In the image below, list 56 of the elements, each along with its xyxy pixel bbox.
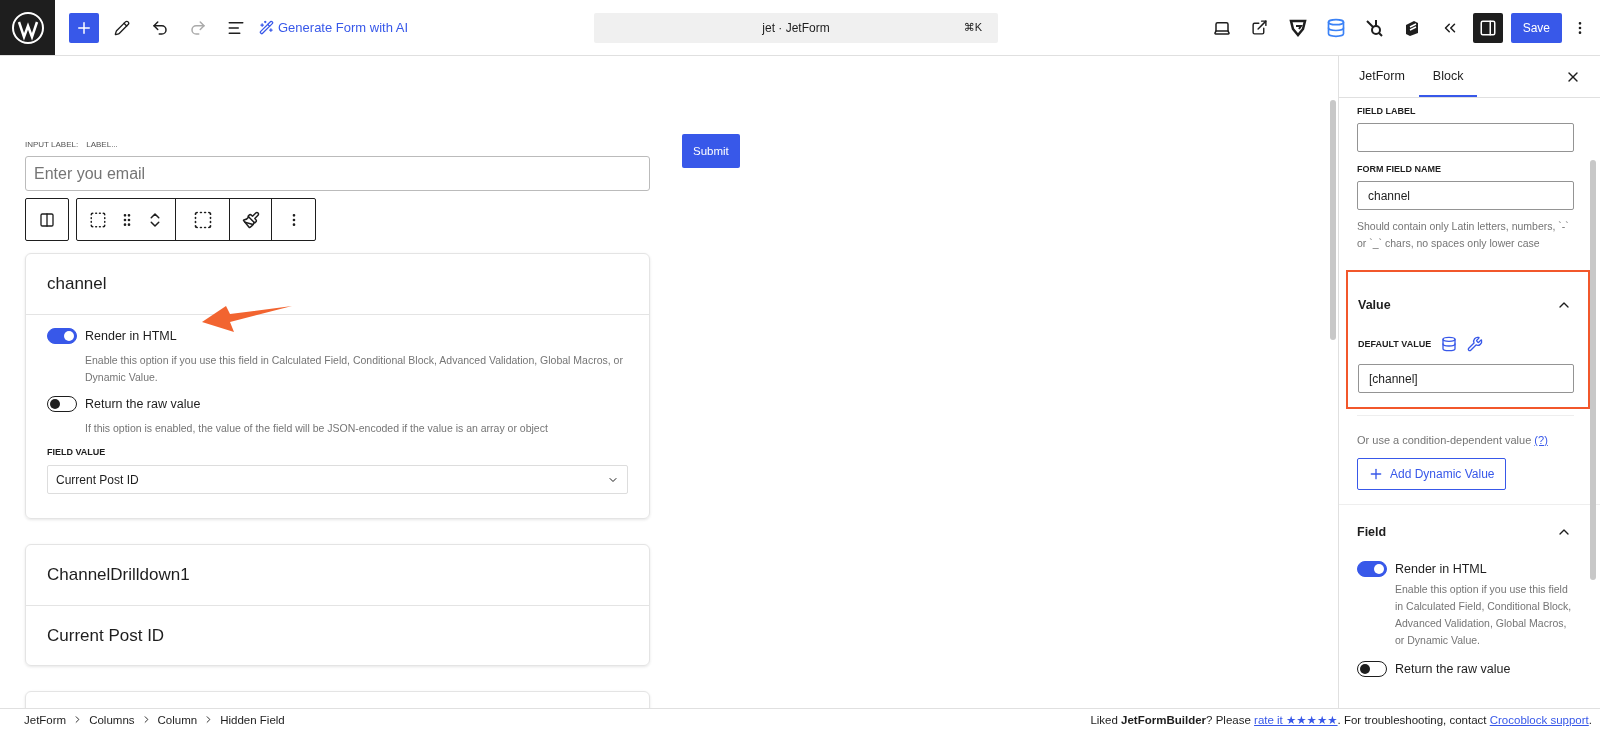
sidebar-tab[interactable]: Block (1418, 56, 1478, 97)
scrollbar[interactable] (1590, 160, 1596, 580)
sidebar-toggle-button[interactable] (1472, 12, 1503, 43)
field-caption: FIELD LABEL (1357, 106, 1417, 116)
input-label-caption: INPUT LABEL: (25, 140, 79, 149)
field-caption: FIELD VALUE (47, 447, 107, 457)
email-field[interactable]: Enter you email (25, 156, 650, 191)
section-title: Field (1357, 525, 1387, 539)
input-field[interactable]: channel (1357, 181, 1574, 210)
help-text: Should contain only Latin letters, numbers, `-` or `_` chars, no spaces only lower case (1357, 219, 1570, 251)
columns-button[interactable] (25, 198, 69, 241)
toggle-label: Render in HTML (1395, 562, 1487, 576)
input-field[interactable] (1357, 123, 1574, 152)
plus-icon (1368, 466, 1384, 482)
toggle-switch[interactable] (47, 396, 77, 412)
card-row-text: Current Post ID (47, 625, 165, 646)
add-block-button[interactable] (69, 12, 99, 43)
columns-icon (39, 211, 55, 228)
help-text: Enable this option if you use this field in Calculated Field, Conditional Block, Advanced Validation, Global Macros, or Dynamic Value. (1395, 582, 1573, 648)
database-icon[interactable] (1441, 336, 1458, 352)
section-title: Value (1358, 298, 1391, 312)
field-caption: FORM FIELD NAME (1357, 164, 1442, 174)
save-button[interactable]: Save (1510, 12, 1562, 43)
input-label-value: LABEL... (86, 140, 118, 149)
breadcrumb-item[interactable]: JetForm (24, 713, 67, 726)
add-dynamic-value-button[interactable]: Add Dynamic Value (1357, 458, 1506, 490)
help-text: Enable this option if you use this field in Calculated Field, Conditional Block, Advanced Validation, Global Macros, or Dynamic Value. (85, 353, 624, 385)
help-text: If this option is enabled, the value of the field will be JSON-encoded if the value is an array or object (85, 421, 549, 436)
condition-text: Or use a condition-dependent value (?) (1357, 434, 1549, 446)
card-title: channel (46, 273, 108, 295)
support-link[interactable]: Crocoblock support (1489, 713, 1589, 726)
breadcrumb-item[interactable]: Column (157, 713, 198, 726)
input-field[interactable]: [channel] (1358, 364, 1574, 393)
command-bar[interactable]: jet · JetForm ⌘K (594, 12, 998, 43)
toggle-label: Return the raw value (1395, 662, 1511, 676)
wrench-icon[interactable] (1467, 336, 1484, 352)
toggle-switch[interactable] (47, 328, 77, 344)
select-field[interactable]: Current Post ID (47, 465, 628, 494)
wordpress-logo[interactable] (0, 0, 55, 55)
breadcrumb-item[interactable]: Columns (89, 713, 135, 726)
card-row-text: ChannelDrilldown1 (47, 565, 190, 585)
generate-ai-button[interactable]: Generate Form with AI (259, 20, 409, 35)
breadcrumb-item[interactable]: Hidden Field (220, 713, 285, 726)
sidebar-tab[interactable]: JetForm (1345, 56, 1419, 97)
toggle-switch[interactable] (1357, 561, 1387, 577)
scrollbar[interactable] (1330, 100, 1336, 340)
field-caption: DEFAULT VALUE (1358, 339, 1432, 349)
footer-message: Liked JetFormBuilder? Please rate it ★★★★★. For troubleshooting, contact Crocoblock support. (1090, 712, 1592, 727)
toggle-label: Render in HTML (85, 329, 177, 343)
rate-link[interactable]: rate it ★★★★★ (1254, 713, 1338, 726)
toggle-switch[interactable] (1357, 661, 1387, 677)
sidebar-panel-icon (1478, 18, 1497, 37)
magic-wand-icon (259, 20, 274, 35)
submit-button[interactable]: Submit (682, 134, 740, 168)
help-link[interactable]: (?) (1534, 434, 1548, 446)
toggle-label: Return the raw value (85, 397, 201, 411)
